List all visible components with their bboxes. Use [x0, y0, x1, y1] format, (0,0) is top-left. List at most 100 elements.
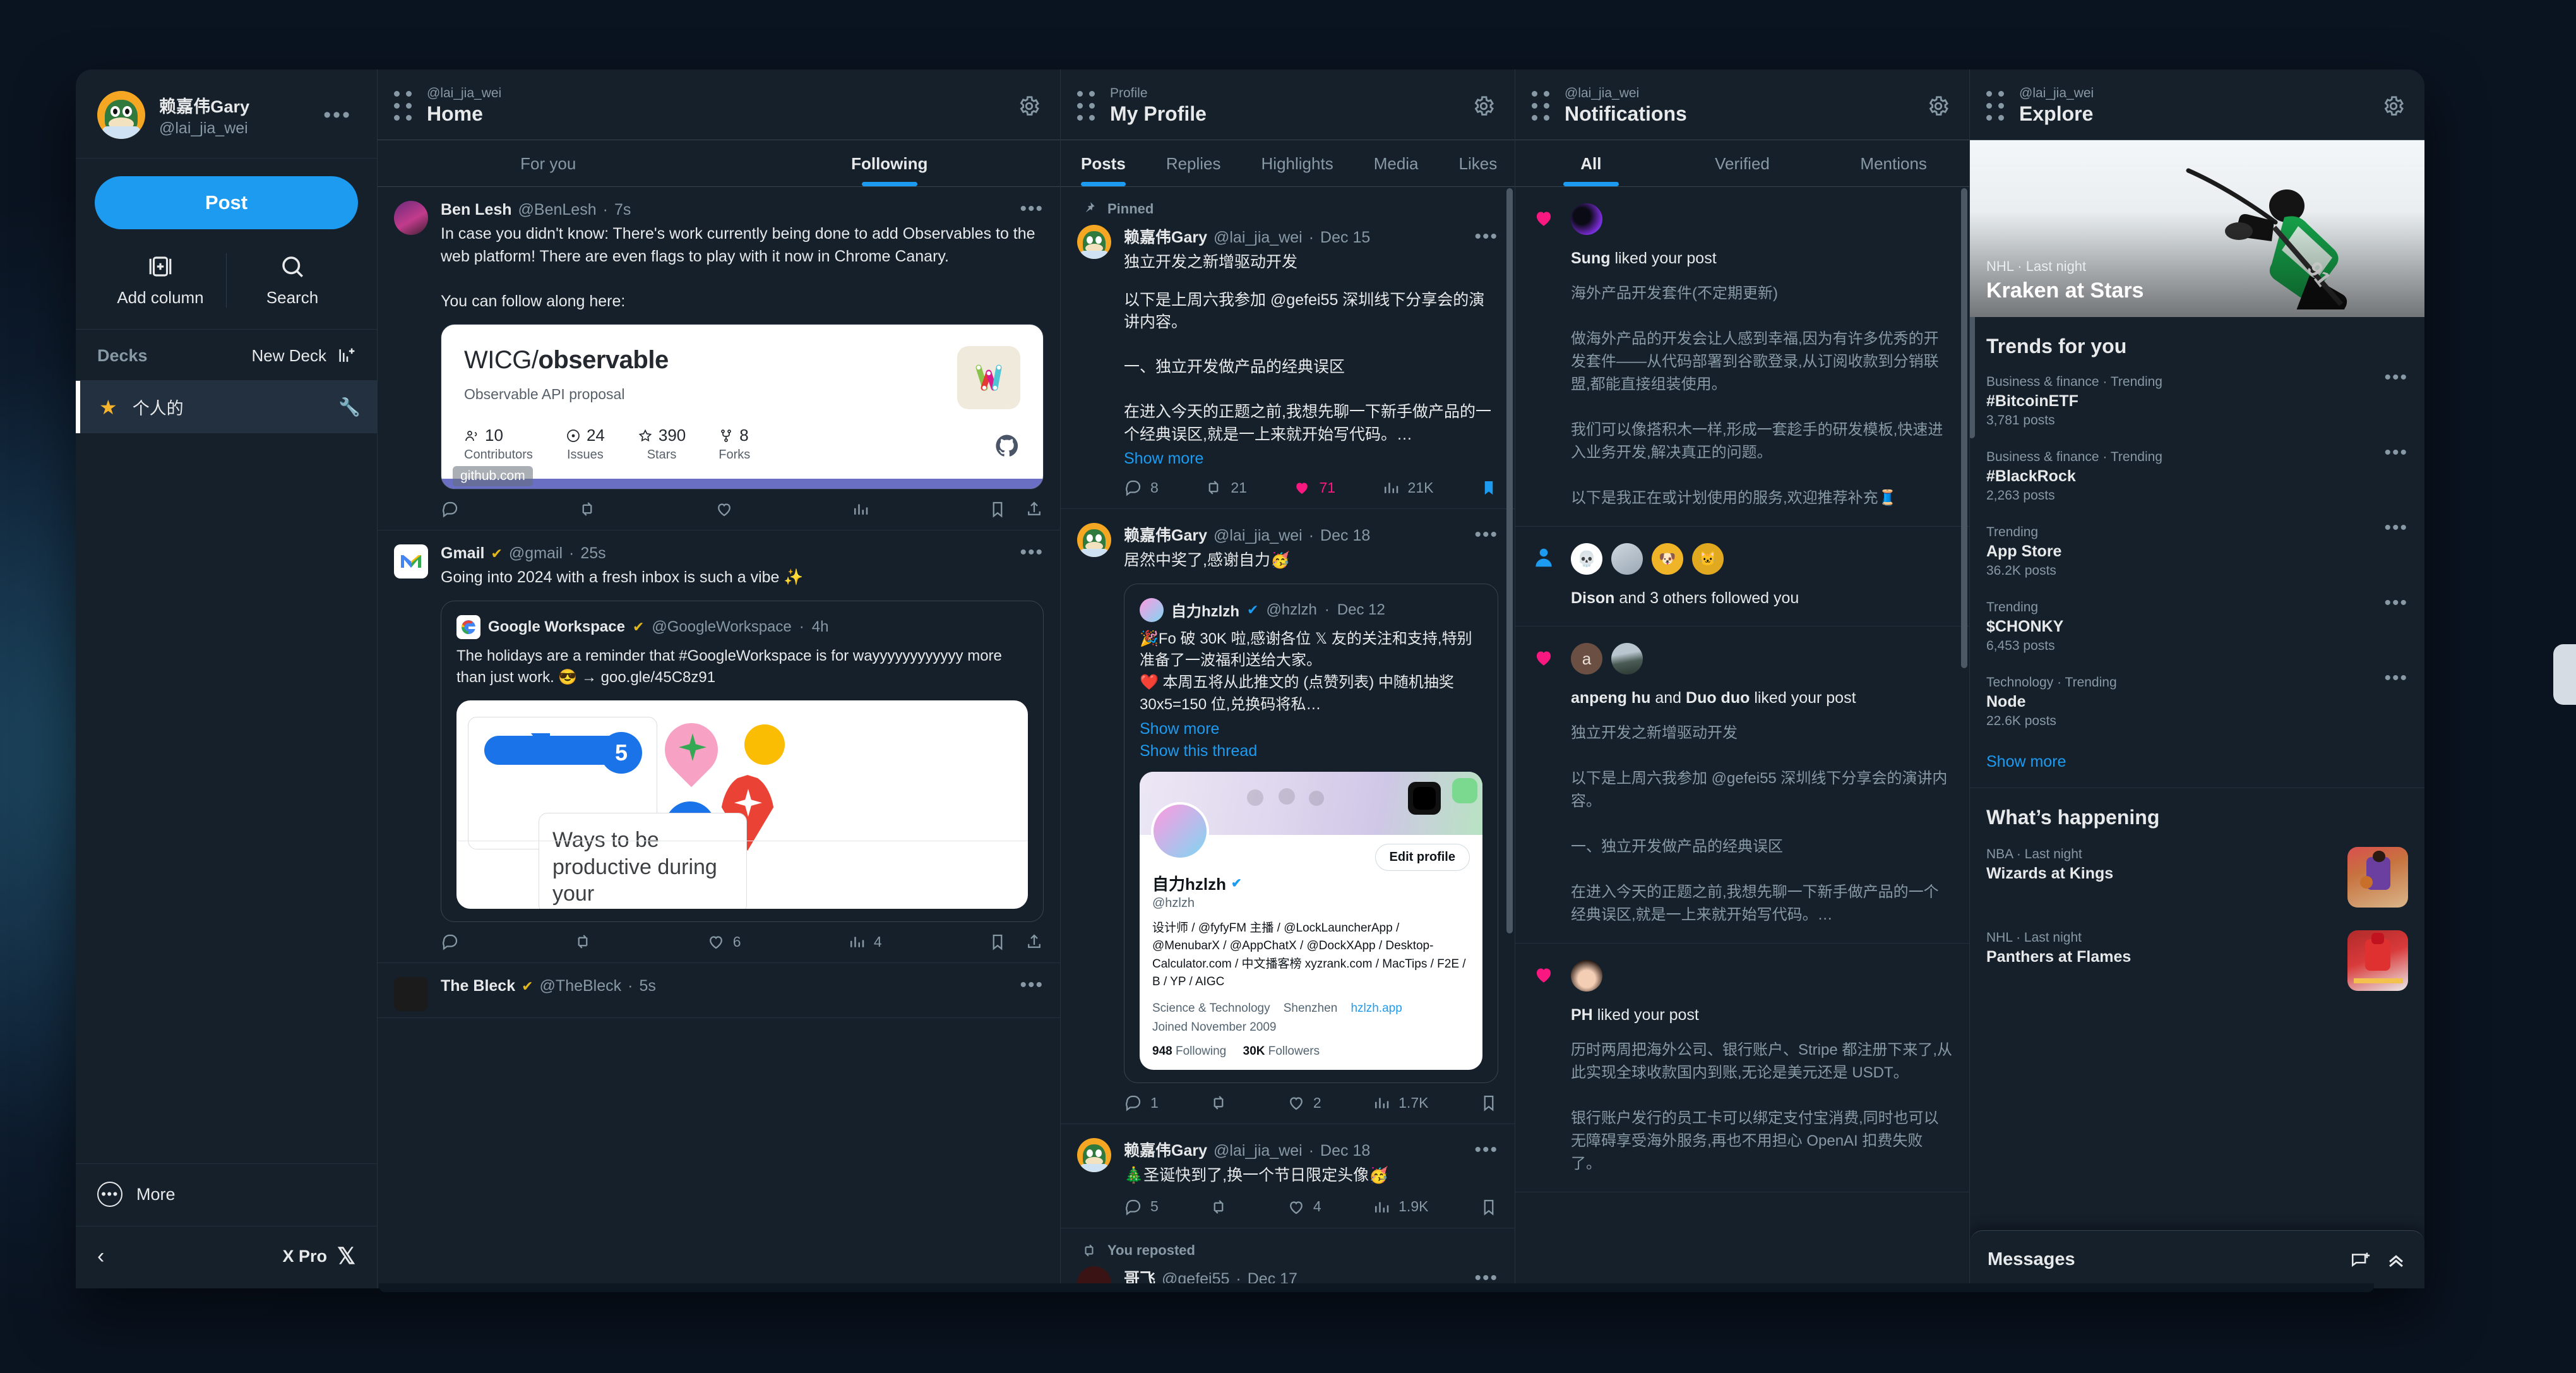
drag-handle-icon[interactable] [1077, 91, 1095, 121]
like-button[interactable]: 6 [707, 932, 741, 951]
quoted-tweet-google-workspace[interactable]: Google Workspace ✔ @GoogleWorkspace · 4h… [441, 600, 1044, 923]
drag-handle-icon[interactable] [1986, 91, 2004, 121]
trend-more-icon[interactable]: ••• [2384, 443, 2408, 462]
like-button[interactable] [715, 500, 741, 519]
notification-item[interactable]: 💀 🐶 🐱 Dison and 3 others followed you [1515, 527, 1969, 627]
deck-item-personal[interactable]: ★ 个人的 🔧 [76, 381, 377, 433]
tweet-christmas[interactable]: 赖嘉伟Gary @lai_jia_wei · Dec 18 ••• 🎄圣诞快到了… [1061, 1124, 1515, 1228]
tweet-more-icon[interactable]: ••• [1020, 543, 1044, 562]
avatar[interactable] [394, 977, 428, 1012]
trend-more-icon[interactable]: ••• [2384, 669, 2408, 688]
sidebar-account[interactable]: 赖嘉伟Gary @lai_jia_wei ••• [76, 69, 377, 159]
quoted-tweet-hzlzh[interactable]: 自力hzlzh ✔ @hzlzh · Dec 12 🎉Fo 破 30K 啦,感谢… [1124, 583, 1498, 1084]
reply-button[interactable]: 1 [1124, 1093, 1159, 1112]
repost-button[interactable]: 21 [1204, 478, 1247, 497]
tab-all[interactable]: All [1515, 140, 1667, 186]
avatar[interactable]: a [1571, 643, 1602, 675]
tweet-more-icon[interactable]: ••• [1474, 1141, 1498, 1160]
happening-item[interactable]: NHL · Last night Panthers at Flames [1970, 919, 2424, 1002]
repost-button[interactable] [1209, 1197, 1236, 1216]
avatar[interactable] [1077, 225, 1111, 259]
gear-icon[interactable] [2382, 94, 2406, 118]
expand-chevron-icon[interactable] [2385, 1249, 2407, 1271]
avatar[interactable] [1571, 960, 1602, 992]
like-button[interactable]: 4 [1287, 1197, 1321, 1216]
edit-profile-button[interactable]: Edit profile [1374, 843, 1470, 871]
reply-button[interactable]: 8 [1124, 478, 1159, 497]
tab-for-you[interactable]: For you [378, 140, 719, 186]
scrollbar-notifications[interactable] [1961, 188, 1967, 668]
repost-button[interactable] [578, 500, 604, 519]
column-body-home[interactable]: Ben Lesh @BenLesh · 7s ••• In case you d… [378, 187, 1060, 1288]
trend-more-icon[interactable]: ••• [2384, 368, 2408, 387]
tweet-ben-lesh[interactable]: Ben Lesh @BenLesh · 7s ••• In case you d… [378, 187, 1060, 531]
tweet-quote-hzlzh[interactable]: 赖嘉伟Gary @lai_jia_wei · Dec 18 ••• 居然中奖了,… [1061, 509, 1515, 1125]
tab-verified[interactable]: Verified [1667, 140, 1818, 186]
avatar[interactable] [1611, 543, 1643, 575]
share-button[interactable] [1025, 500, 1044, 519]
trend-item[interactable]: Business & finance · Trending #BlackRock… [1970, 440, 2424, 515]
views-button[interactable]: 4 [847, 932, 882, 951]
tab-mentions[interactable]: Mentions [1818, 140, 1969, 186]
tweet-more-icon[interactable]: ••• [1474, 1268, 1498, 1287]
bookmark-button[interactable] [1479, 1093, 1498, 1112]
views-button[interactable]: 1.9K [1372, 1197, 1428, 1216]
tab-posts[interactable]: Posts [1081, 140, 1126, 186]
new-deck-button[interactable]: New Deck [252, 345, 358, 366]
gear-icon[interactable] [1472, 94, 1496, 118]
notification-item[interactable]: a anpeng hu and Duo duo liked your post … [1515, 627, 1969, 944]
search-button[interactable]: Search [226, 253, 358, 308]
tab-replies[interactable]: Replies [1166, 140, 1221, 186]
bookmark-button[interactable] [1479, 1197, 1498, 1216]
tweet-more-icon[interactable]: ••• [1020, 200, 1044, 219]
tab-likes[interactable]: Likes [1459, 140, 1498, 186]
views-button[interactable]: 21K [1381, 478, 1433, 497]
bookmark-button[interactable] [1479, 478, 1498, 497]
account-more-icon[interactable]: ••• [317, 104, 358, 126]
column-body-profile[interactable]: Pinned 赖嘉伟Gary @lai_jia_wei · Dec 15 •••… [1061, 187, 1515, 1288]
add-column-button[interactable]: Add column [95, 253, 226, 308]
tweet-more-icon[interactable]: ••• [1020, 976, 1044, 995]
column-body-notifications[interactable]: Sung liked your post 海外产品开发套件(不定期更新) 做海外… [1515, 187, 1969, 1288]
show-more-link[interactable]: Show more [1124, 450, 1498, 468]
tweet-author-name[interactable]: Ben Lesh [441, 201, 512, 219]
bookmark-button[interactable] [988, 500, 1007, 519]
avatar[interactable] [1077, 1138, 1111, 1173]
notification-item[interactable]: Sung liked your post 海外产品开发套件(不定期更新) 做海外… [1515, 187, 1969, 527]
avatar[interactable] [1611, 643, 1643, 675]
tweet-author-name[interactable]: 赖嘉伟Gary [1124, 225, 1207, 248]
messages-bar[interactable]: Messages [1970, 1230, 2424, 1288]
tweet-author-name[interactable]: The Bleck [441, 977, 515, 995]
tab-highlights[interactable]: Highlights [1261, 140, 1333, 186]
drag-handle-icon[interactable] [394, 91, 412, 121]
avatar[interactable] [1077, 523, 1111, 557]
tweet-author-name[interactable]: Gmail [441, 544, 484, 563]
tab-following[interactable]: Following [719, 140, 1061, 186]
collapse-sidebar-icon[interactable]: ‹ [97, 1244, 104, 1269]
scrollbar-profile[interactable] [1506, 188, 1513, 933]
tweet-more-icon[interactable]: ••• [1474, 227, 1498, 246]
like-button[interactable]: 2 [1287, 1093, 1321, 1112]
show-more-link[interactable]: Show more [1140, 720, 1482, 738]
views-button[interactable] [851, 500, 878, 519]
reply-button[interactable]: 5 [1124, 1197, 1159, 1216]
avatar[interactable] [1571, 203, 1602, 235]
reply-button[interactable] [441, 932, 467, 951]
tweet-pinned[interactable]: Pinned 赖嘉伟Gary @lai_jia_wei · Dec 15 •••… [1061, 187, 1515, 509]
new-message-icon[interactable] [2350, 1249, 2371, 1271]
like-button[interactable]: 71 [1292, 478, 1335, 497]
repost-button[interactable] [573, 932, 600, 951]
explore-hero[interactable]: 91 NHL · Last night Kraken at Stars [1970, 140, 2424, 317]
tweet-author-name[interactable]: 赖嘉伟Gary [1124, 523, 1207, 546]
gear-icon[interactable] [1017, 94, 1041, 118]
reply-button[interactable] [441, 500, 467, 519]
post-button[interactable]: Post [95, 176, 358, 229]
wrench-icon[interactable]: 🔧 [338, 397, 361, 417]
tweet-reposted[interactable]: You reposted 哥飞 @gefei55 · Dec 17 ••• [1061, 1228, 1515, 1288]
share-button[interactable] [1025, 932, 1044, 951]
avatar[interactable] [394, 544, 428, 579]
trend-more-icon[interactable]: ••• [2384, 519, 2408, 537]
views-button[interactable]: 1.7K [1372, 1093, 1428, 1112]
drag-handle-icon[interactable] [1532, 91, 1549, 121]
profile-website[interactable]: hzlzh.app [1351, 1002, 1402, 1015]
